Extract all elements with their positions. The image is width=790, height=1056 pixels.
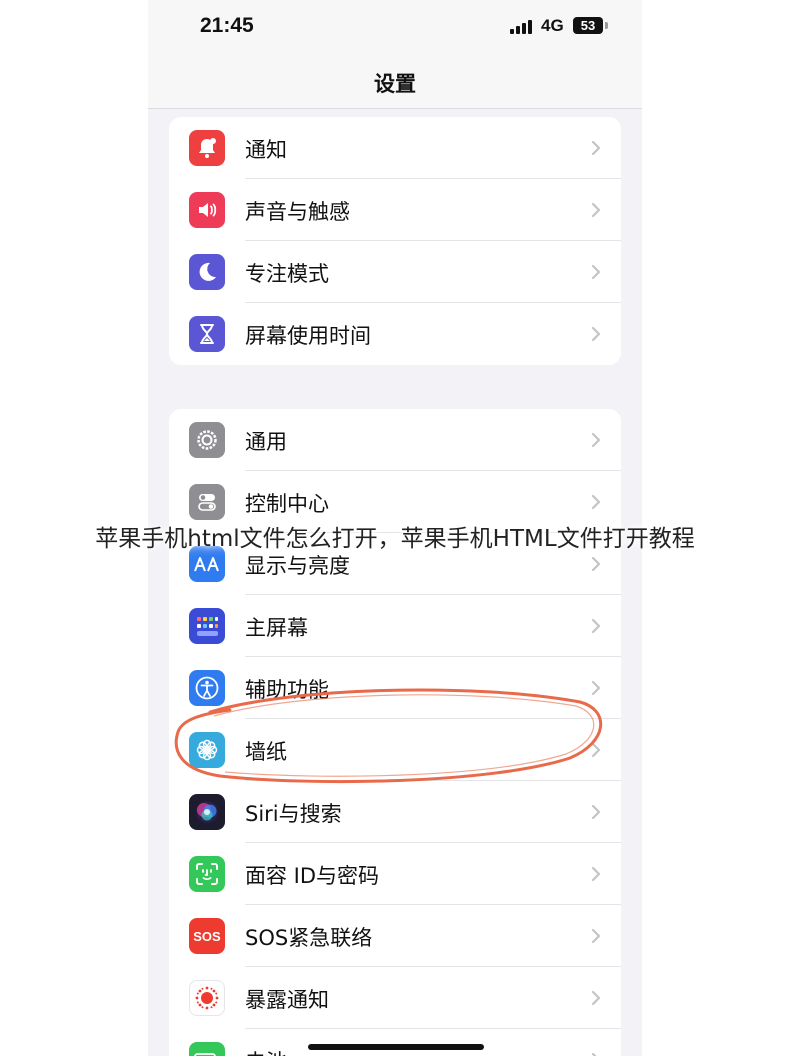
settings-group-2: 通用 控制中心 显示与亮度 主屏幕 辅助功能 墙纸 Siri与搜索 面容 ID与… (169, 409, 621, 1056)
status-bar: 21:45 4G 53 (148, 0, 642, 52)
settings-row-label: 辅助功能 (245, 678, 329, 702)
siri-icon (189, 794, 225, 830)
settings-row-label: 屏幕使用时间 (245, 324, 371, 348)
settings-row-label: 通用 (245, 430, 287, 454)
sos-icon-text: SOS (193, 928, 221, 944)
chevron-right-icon (591, 680, 601, 696)
network-type: 4G (541, 16, 564, 35)
chevron-right-icon (591, 202, 601, 218)
settings-row-label: Siri与搜索 (245, 802, 342, 826)
settings-row-label: 面容 ID与密码 (245, 864, 380, 888)
home-grid-icon (189, 608, 225, 644)
accessibility-icon (189, 670, 225, 706)
chevron-right-icon (591, 494, 601, 510)
nav-bar: 设置 (148, 52, 642, 109)
battery-icon (189, 1042, 225, 1056)
settings-row-label: 通知 (245, 138, 287, 162)
settings-row-label: 显示与亮度 (245, 554, 350, 578)
exposure-icon (189, 980, 225, 1016)
chevron-right-icon (591, 866, 601, 882)
chevron-right-icon (591, 990, 601, 1006)
flower-icon (189, 732, 225, 768)
settings-row-sounds[interactable]: 声音与触感 (169, 179, 621, 241)
settings-row-general[interactable]: 通用 (169, 409, 621, 471)
chevron-right-icon (591, 140, 601, 156)
settings-row-wallpaper[interactable]: 墙纸 (169, 719, 621, 781)
settings-row-sos[interactable]: SOS SOS紧急联络 (169, 905, 621, 967)
chevron-right-icon (591, 804, 601, 820)
settings-row-exposure[interactable]: 暴露通知 (169, 967, 621, 1029)
settings-row-label: 专注模式 (245, 262, 329, 286)
settings-row-siri[interactable]: Siri与搜索 (169, 781, 621, 843)
settings-row-label: 声音与触感 (245, 200, 350, 224)
settings-row-label: 控制中心 (245, 492, 329, 516)
chevron-right-icon (591, 556, 601, 572)
settings-row-screen-time[interactable]: 屏幕使用时间 (169, 303, 621, 365)
bell-icon (189, 130, 225, 166)
settings-row-home-screen[interactable]: 主屏幕 (169, 595, 621, 657)
moon-icon (189, 254, 225, 290)
chevron-right-icon (591, 1052, 597, 1056)
status-time: 21:45 (200, 14, 254, 37)
settings-row-label: SOS紧急联络 (245, 926, 373, 950)
chevron-right-icon (591, 742, 601, 758)
settings-row-focus[interactable]: 专注模式 (169, 241, 621, 303)
chevron-right-icon (591, 264, 601, 280)
chevron-right-icon (591, 928, 601, 944)
signal-icon (510, 20, 534, 34)
face-id-icon (189, 856, 225, 892)
settings-group-1: 通知 声音与触感 专注模式 屏幕使用时间 (169, 117, 621, 365)
sos-icon: SOS (189, 918, 225, 954)
chevron-right-icon (591, 432, 601, 448)
page-title: 设置 (374, 72, 416, 96)
chevron-right-icon (591, 618, 601, 634)
settings-row-label: 暴露通知 (245, 988, 329, 1012)
toggles-icon (189, 484, 225, 520)
settings-row-label: 电池 (245, 1046, 287, 1056)
settings-row-battery[interactable]: 电池 (169, 1029, 621, 1056)
chevron-right-icon (591, 326, 601, 342)
hourglass-icon (189, 316, 225, 352)
settings-row-notifications[interactable]: 通知 (169, 117, 621, 179)
battery-tip (605, 22, 608, 29)
gear-icon (189, 422, 225, 458)
settings-row-label: 主屏幕 (245, 616, 308, 640)
settings-row-label: 墙纸 (245, 740, 287, 764)
settings-row-face-id[interactable]: 面容 ID与密码 (169, 843, 621, 905)
speaker-icon (189, 192, 225, 228)
settings-row-accessibility[interactable]: 辅助功能 (169, 657, 621, 719)
home-indicator[interactable] (308, 1044, 484, 1050)
battery-icon: 53 (573, 17, 603, 34)
overlay-caption: 苹果手机html文件怎么打开，苹果手机HTML文件打开教程 (95, 526, 695, 552)
